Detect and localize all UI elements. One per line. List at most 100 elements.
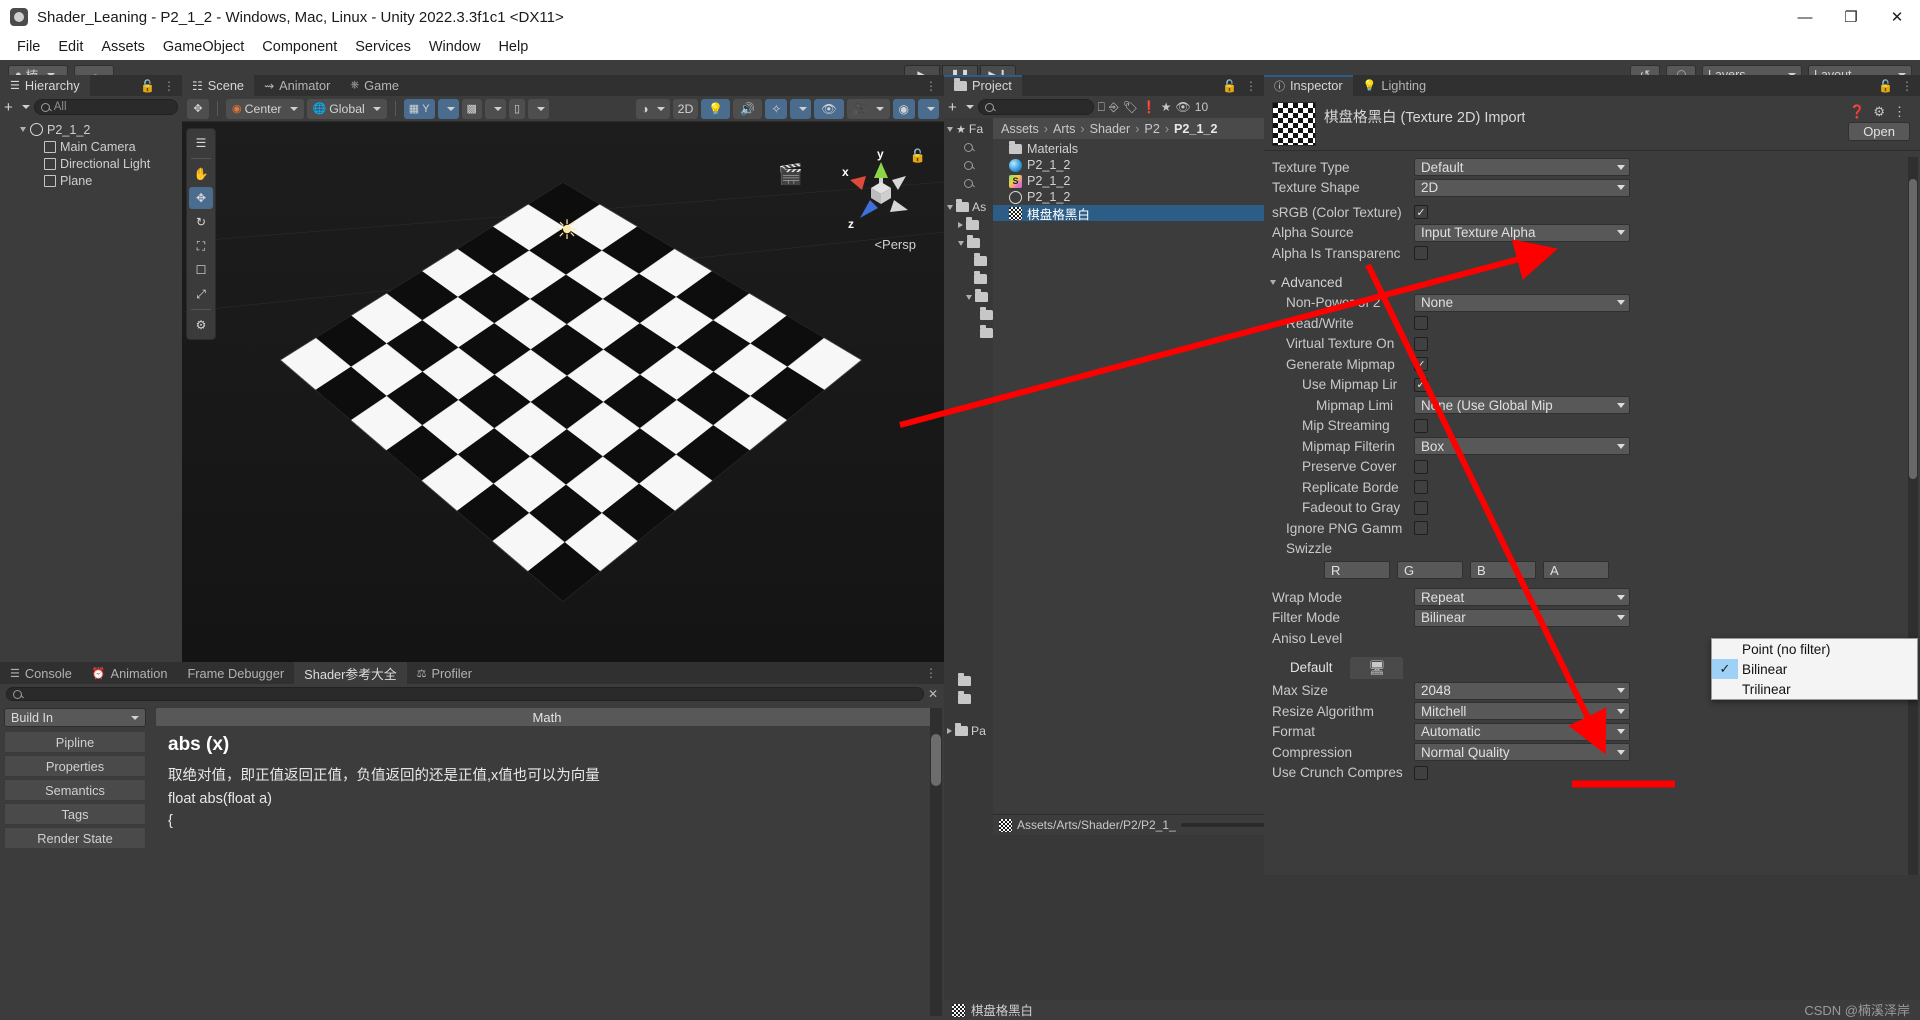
filter-by-label-icon[interactable]: 🏷	[1123, 100, 1138, 114]
project-tree-folder-8[interactable]	[944, 672, 993, 690]
alpha-source-dropdown[interactable]: Input Texture Alpha	[1414, 223, 1630, 242]
tool-move-button[interactable]: ✥	[187, 98, 209, 119]
rotate-tool-icon[interactable]: ↻	[189, 211, 213, 233]
breadcrumb-item-assets[interactable]: Assets	[1001, 122, 1039, 136]
filter-mode-dropdown[interactable]: Bilinear	[1414, 608, 1630, 627]
kebab-menu-icon[interactable]: ⋮	[1893, 104, 1906, 120]
breadcrumb-item-arts[interactable]: Arts	[1053, 122, 1075, 136]
tab-profiler[interactable]: ⚖ Profiler	[407, 662, 482, 684]
tab-shader-reference[interactable]: Shader参考大全	[294, 662, 407, 684]
build-in-dropdown[interactable]: Build In	[4, 708, 146, 727]
project-tree-saved-search-2[interactable]	[944, 156, 993, 174]
kebab-menu-icon[interactable]: ⋮	[163, 79, 175, 93]
replicate-border-checkbox[interactable]	[1414, 480, 1428, 495]
category-render-state[interactable]: Render State	[4, 827, 146, 849]
tab-project[interactable]: Project	[944, 75, 1022, 96]
non-power-of-2-dropdown[interactable]: None	[1414, 293, 1630, 312]
project-tree-folder-1[interactable]	[944, 216, 993, 234]
asset-row-shader[interactable]: P2_1_2	[993, 173, 1264, 189]
hidden-packages-icon[interactable]: 👁	[1176, 100, 1191, 114]
help-icon[interactable]: ❓	[1849, 104, 1865, 120]
chevron-down-icon[interactable]	[21, 105, 30, 109]
read-write-checkbox[interactable]	[1414, 316, 1428, 331]
chevron-right-icon[interactable]	[958, 222, 963, 228]
kebab-menu-icon[interactable]: ⋮	[925, 666, 937, 680]
filter-by-type-icon[interactable]: ⎆	[1109, 100, 1119, 115]
tool-overflow-icon[interactable]: ☰	[189, 132, 213, 154]
filter-option-bilinear[interactable]: ✓ Bilinear	[1712, 659, 1917, 679]
texture-shape-dropdown[interactable]: 2D	[1414, 178, 1630, 197]
project-tree-folder-7[interactable]	[944, 324, 993, 342]
toggle-hidden-objects-button[interactable]: 👁	[814, 98, 844, 119]
use-mipmap-limits-checkbox[interactable]: ✓	[1414, 377, 1428, 392]
grid-axis-dropdown[interactable]	[437, 98, 459, 119]
tab-animator[interactable]: ⇝ Animator	[254, 75, 341, 96]
hierarchy-item-directional-light[interactable]: Directional Light	[0, 155, 182, 172]
breadcrumb-item-shader[interactable]: Shader	[1090, 122, 1131, 136]
preset-icon[interactable]: ⚙	[1873, 104, 1885, 120]
handle-space-dropdown[interactable]: 🌐 Global	[306, 98, 387, 119]
breadcrumb-item-current[interactable]: P2_1_2	[1174, 122, 1217, 136]
menu-window[interactable]: Window	[420, 36, 490, 58]
category-semantics[interactable]: Semantics	[4, 779, 146, 801]
move-tool-icon[interactable]: ✥	[189, 187, 213, 209]
virtual-texture-checkbox[interactable]	[1414, 336, 1428, 351]
asset-row-material[interactable]: P2_1_2	[993, 157, 1264, 173]
asset-row-texture-selected[interactable]: 棋盘格黑白	[993, 205, 1264, 222]
project-tree-favorites[interactable]: ★ Fa	[944, 120, 993, 138]
kebab-menu-icon[interactable]: ⋮	[1245, 79, 1257, 93]
clear-search-icon[interactable]: ✕	[928, 687, 938, 701]
project-tree-folder-4[interactable]	[944, 270, 993, 288]
scale-tool-icon[interactable]: ⛶	[189, 235, 213, 257]
menu-services[interactable]: Services	[346, 36, 420, 58]
platform-tab-standalone[interactable]: 🖥	[1350, 656, 1404, 679]
chevron-down-icon[interactable]	[965, 105, 974, 109]
hand-tool-icon[interactable]: ✋	[189, 163, 213, 185]
format-dropdown[interactable]: Automatic	[1414, 722, 1630, 741]
filter-option-point[interactable]: Point (no filter)	[1712, 639, 1917, 659]
add-gameobject-button[interactable]: +	[4, 100, 13, 115]
maximize-button[interactable]: ❐	[1828, 0, 1874, 34]
create-asset-button[interactable]: +	[948, 100, 957, 115]
custom-editor-tool-icon[interactable]: ⚙	[189, 314, 213, 336]
project-tree-folder-9[interactable]	[944, 690, 993, 708]
inspector-scrollbar[interactable]	[1908, 157, 1918, 875]
compression-dropdown[interactable]: Normal Quality	[1414, 743, 1630, 762]
grid-axis-button[interactable]: ▦ Y	[403, 98, 435, 119]
project-search-input[interactable]	[977, 99, 1094, 115]
menu-help[interactable]: Help	[489, 36, 537, 58]
asset-row-materials[interactable]: Materials	[993, 141, 1264, 157]
mipmap-limit-dropdown[interactable]: None (Use Global Mip	[1414, 396, 1630, 415]
minimize-button[interactable]: —	[1782, 0, 1828, 34]
swizzle-a-dropdown[interactable]: A	[1543, 561, 1609, 579]
tab-lighting[interactable]: 💡 Lighting	[1352, 75, 1437, 96]
pivot-mode-dropdown[interactable]: ◉ Center	[226, 98, 304, 119]
project-tree-folder-5[interactable]	[944, 288, 993, 306]
favorite-star-icon[interactable]: ★	[1161, 100, 1172, 114]
breadcrumb-item-p2[interactable]: P2	[1144, 122, 1159, 136]
kebab-menu-icon[interactable]: ⋮	[1901, 79, 1913, 93]
open-button[interactable]: Open	[1848, 122, 1910, 141]
chevron-down-icon[interactable]	[20, 127, 26, 132]
tab-frame-debugger[interactable]: Frame Debugger	[177, 662, 294, 684]
perspective-label[interactable]: <Persp	[874, 237, 916, 252]
thumbnail-size-slider[interactable]	[1180, 823, 1264, 827]
chevron-down-icon[interactable]	[958, 240, 964, 246]
mip-streaming-checkbox[interactable]	[1414, 418, 1428, 433]
rect-tool-icon[interactable]: ☐	[189, 259, 213, 281]
chevron-right-icon[interactable]	[947, 728, 952, 734]
search-in-window-icon[interactable]: ⎕	[1098, 100, 1105, 115]
project-tree-assets[interactable]: As	[944, 198, 993, 216]
category-properties[interactable]: Properties	[4, 755, 146, 777]
chevron-down-icon[interactable]	[947, 204, 953, 210]
grid-size-dropdown[interactable]	[528, 98, 549, 119]
project-tree-saved-search-3[interactable]	[944, 174, 993, 192]
snap-increment-button[interactable]: ▩	[461, 98, 482, 119]
tab-animation[interactable]: ⏰ Animation	[82, 662, 178, 684]
menu-component[interactable]: Component	[253, 36, 346, 58]
project-tree-folder-3[interactable]	[944, 252, 993, 270]
shading-mode-dropdown[interactable]: ◑	[636, 98, 670, 119]
ignore-png-gamma-checkbox[interactable]	[1414, 521, 1428, 536]
project-tree-folder-6[interactable]	[944, 306, 993, 324]
shader-search-input[interactable]	[6, 687, 924, 701]
